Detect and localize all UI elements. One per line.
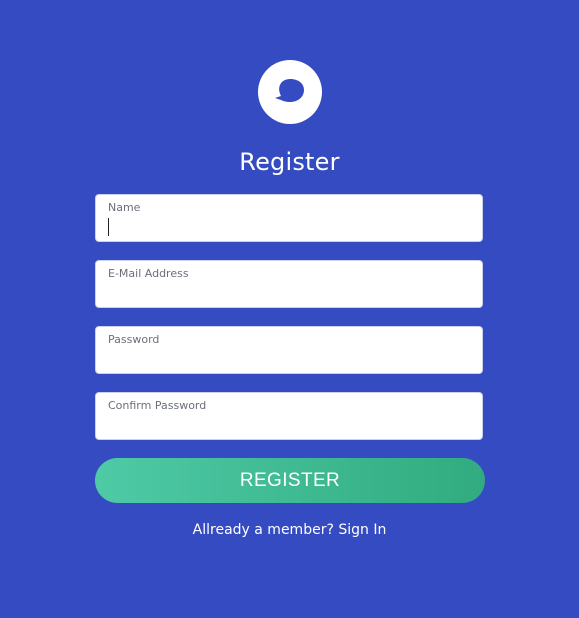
signin-link[interactable]: Sign In [338, 522, 386, 538]
register-button[interactable]: REGISTER [95, 458, 485, 503]
email-field-label: E-Mail Address [108, 267, 189, 280]
signin-prompt: Allready a member? Sign In [0, 521, 579, 539]
confirm-password-field-label: Confirm Password [108, 399, 207, 412]
email-field[interactable]: E-Mail Address [95, 260, 483, 308]
signin-prompt-text: Allready a member? [192, 522, 334, 538]
confirm-password-input[interactable] [108, 415, 470, 435]
name-input[interactable] [108, 217, 470, 237]
confirm-password-field[interactable]: Confirm Password [95, 392, 483, 440]
chat-bubble-icon [275, 79, 304, 102]
password-input[interactable] [108, 349, 470, 369]
password-field[interactable]: Password [95, 326, 483, 374]
email-input[interactable] [108, 283, 470, 303]
name-field[interactable]: Name [95, 194, 483, 242]
name-field-label: Name [108, 201, 141, 214]
logo [258, 60, 322, 124]
password-field-label: Password [108, 333, 160, 346]
page-title: Register [239, 148, 340, 176]
text-cursor [108, 218, 109, 236]
